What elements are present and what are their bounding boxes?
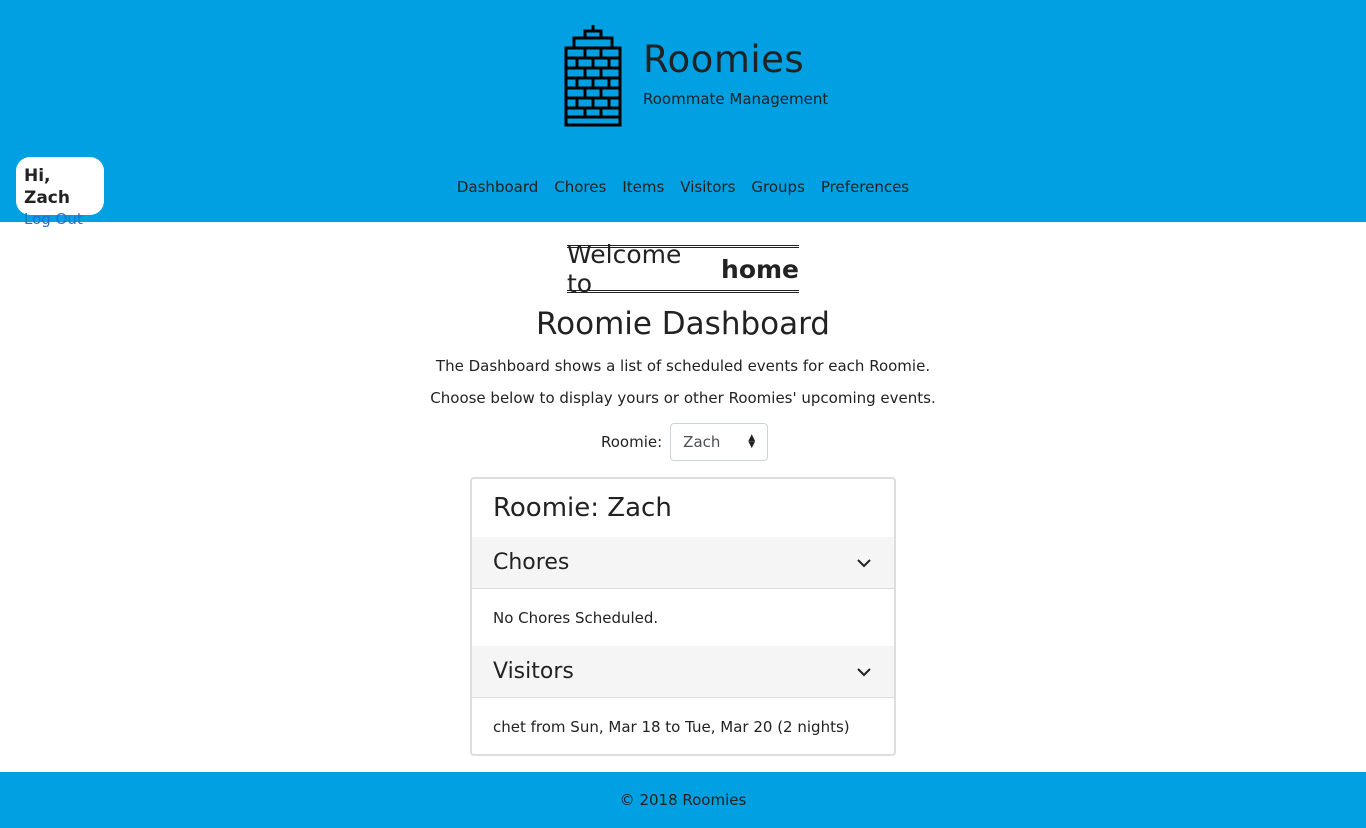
chores-heading: Chores	[493, 550, 570, 575]
chores-section-body: No Chores Scheduled.	[493, 609, 659, 627]
nav-groups[interactable]: Groups	[751, 176, 804, 198]
card-title: Roomie: Zach	[493, 493, 672, 523]
select-arrows-icon: ▲ ▼	[748, 433, 756, 450]
nav-preferences[interactable]: Preferences	[821, 176, 909, 198]
nav-items[interactable]: Items	[622, 176, 664, 198]
nav-chores[interactable]: Chores	[554, 176, 606, 198]
visitors-section-header[interactable]: Visitors	[472, 646, 894, 698]
page-title: Roomie Dashboard	[535, 306, 830, 342]
nav-dashboard[interactable]: Dashboard	[457, 176, 538, 198]
logout-link[interactable]: Log Out	[24, 209, 96, 229]
footer-copyright: © 2018 Roomies	[619, 791, 747, 809]
welcome-emphasis: home	[721, 254, 799, 284]
site-header: Roomies Roommate Management Hi, Zach Log…	[0, 0, 1366, 228]
chevron-down-icon	[857, 558, 871, 567]
roomie-card: Roomie: Zach Chores No Chores Scheduled.…	[470, 477, 896, 756]
welcome-banner: Welcome to home	[567, 240, 799, 298]
main-nav: Dashboard Chores Items Visitors Groups P…	[0, 176, 1366, 198]
welcome-prefix: Welcome to	[567, 240, 682, 298]
brand[interactable]: Roomies Roommate Management	[563, 24, 828, 128]
visitors-section-body: chet from Sun, Mar 18 to Tue, Mar 20 (2 …	[493, 718, 850, 736]
dashboard-description-1: The Dashboard shows a list of scheduled …	[435, 357, 931, 375]
building-icon	[564, 25, 622, 127]
roomie-select-value: Zach	[683, 433, 721, 451]
roomie-select-row: Roomie: Zach ▲ ▼	[601, 423, 769, 461]
nav-visitors[interactable]: Visitors	[680, 176, 735, 198]
chores-section-header[interactable]: Chores	[472, 537, 894, 589]
chevron-down-icon	[857, 667, 871, 676]
brand-subtitle: Roommate Management	[643, 90, 829, 108]
dashboard-description-2: Choose below to display yours or other R…	[430, 389, 936, 407]
visitors-heading: Visitors	[493, 659, 574, 684]
site-footer: © 2018 Roomies	[0, 772, 1366, 828]
brand-title: Roomies	[643, 38, 805, 81]
roomie-select-label: Roomie:	[601, 433, 663, 451]
roomie-select[interactable]: Zach ▲ ▼	[670, 423, 769, 461]
